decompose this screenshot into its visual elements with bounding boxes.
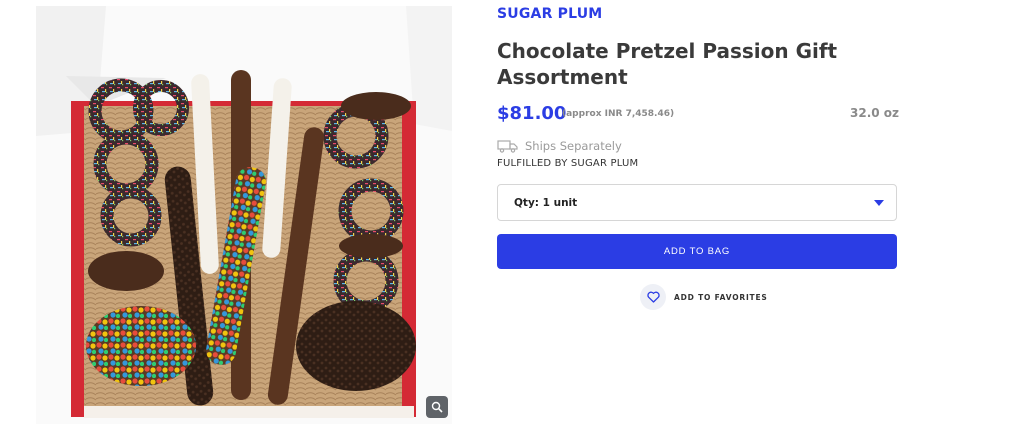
caret-down-icon	[874, 199, 884, 206]
fulfilled-by-text: FULFILLED BY SUGAR PLUM	[497, 158, 639, 169]
brand-link[interactable]: SUGAR PLUM	[497, 6, 602, 22]
product-title: Chocolate Pretzel Passion Gift Assortmen…	[497, 39, 838, 89]
quantity-value: Qty: 1 unit	[514, 196, 578, 209]
add-to-bag-button[interactable]: ADD TO BAG	[497, 234, 897, 269]
product-weight: 32.0 oz	[850, 106, 900, 120]
approx-price: (approx INR 7,458.46)	[562, 109, 675, 119]
ships-separately-text: Ships Separately	[525, 139, 622, 153]
shipping-info: Ships Separately	[497, 139, 622, 153]
favorite-circle	[640, 284, 666, 310]
magnifier-icon	[431, 401, 443, 413]
product-image-area	[36, 6, 452, 424]
product-image[interactable]	[36, 6, 452, 424]
heart-icon	[646, 291, 660, 303]
quantity-select[interactable]: Qty: 1 unit	[497, 184, 897, 221]
truck-icon	[497, 140, 518, 153]
product-price: $81.00	[497, 103, 567, 124]
zoom-button[interactable]	[426, 396, 448, 418]
add-to-favorites-button[interactable]: ADD TO FAVORITES	[640, 284, 768, 310]
add-to-favorites-label: ADD TO FAVORITES	[674, 292, 768, 302]
